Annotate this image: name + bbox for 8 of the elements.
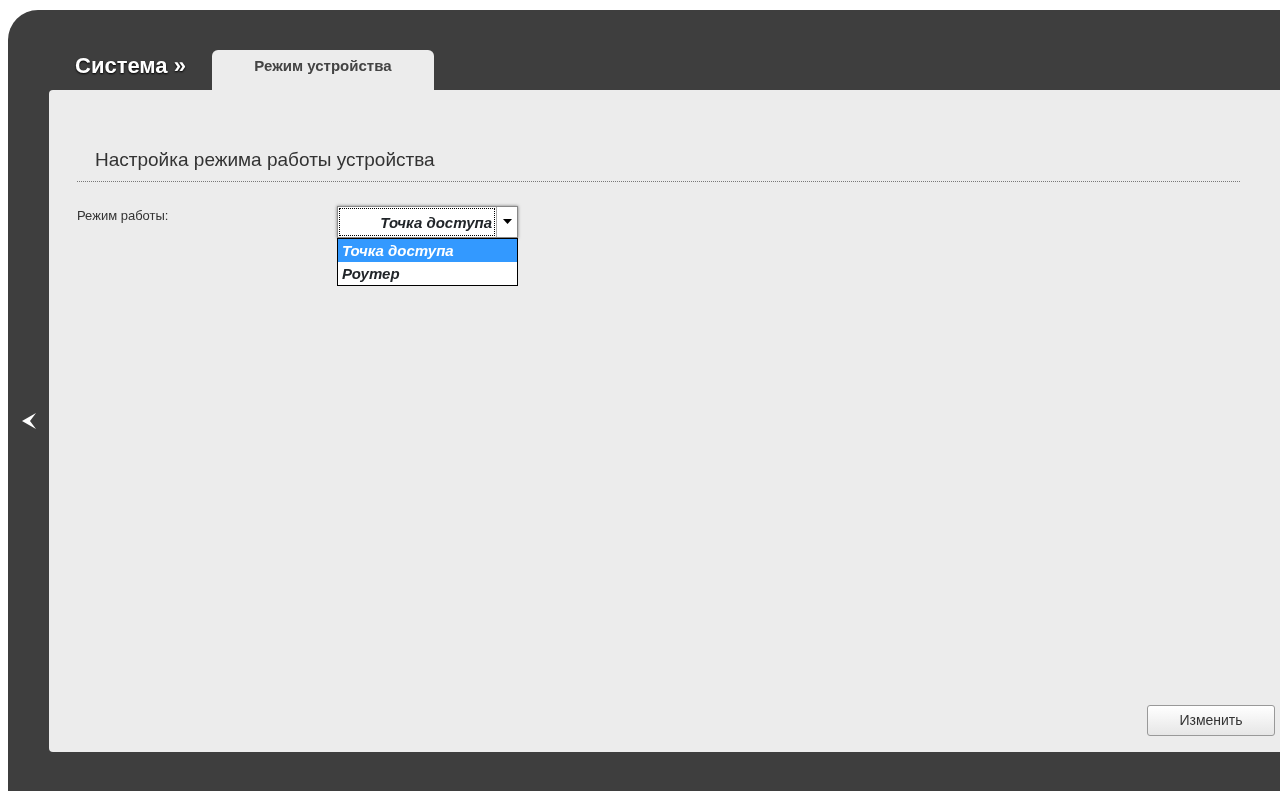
- change-button[interactable]: Изменить: [1147, 705, 1275, 736]
- section-title: Настройка режима работы устройства: [77, 146, 1240, 182]
- caret-icon: [502, 219, 512, 224]
- field-label: Режим работы:: [77, 206, 170, 225]
- breadcrumb[interactable]: Система »: [75, 49, 186, 90]
- collapse-arrow-icon[interactable]: [20, 412, 37, 430]
- dropdown-option[interactable]: Роутер: [338, 261, 517, 285]
- tab[interactable]: Режим устройства: [211, 50, 434, 90]
